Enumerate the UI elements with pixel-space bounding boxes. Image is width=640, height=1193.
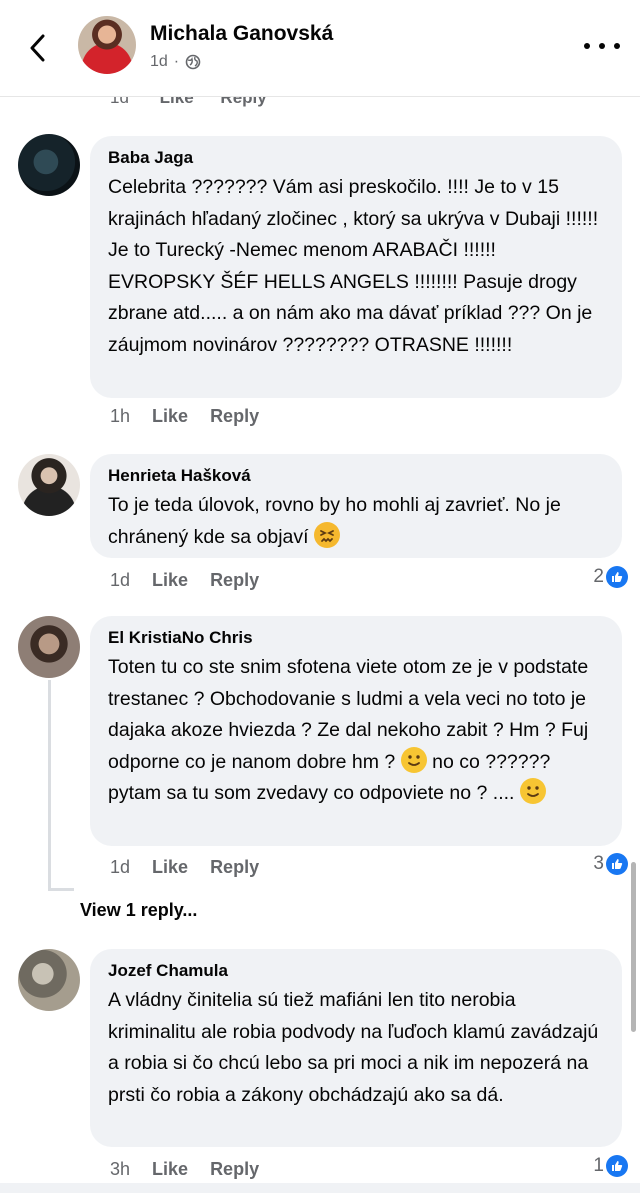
dot-icon [599, 43, 605, 49]
comment-bubble[interactable]: Henrieta Hašková To je teda úlovok, rovn… [90, 454, 622, 558]
reaction-count[interactable]: 1 [593, 1155, 628, 1177]
commenter-name[interactable]: Baba Jaga [108, 148, 604, 168]
comment-actions: 3h Like Reply [110, 1159, 259, 1180]
reply-button[interactable]: Reply [210, 406, 259, 427]
comment-actions: 1d Like Reply [110, 570, 259, 591]
comment-text: Toten tu co ste snim sfotena viete otom … [108, 652, 604, 810]
commenter-name[interactable]: Henrieta Hašková [108, 466, 604, 486]
slightly-smiling-face-emoji [519, 778, 546, 804]
back-button[interactable] [22, 30, 52, 66]
commenter-avatar[interactable] [18, 949, 80, 1011]
comment-time: 1h [110, 406, 131, 426]
like-button[interactable]: Like [152, 857, 188, 878]
comment-bubble[interactable]: Baba Jaga Celebrita ??????? Vám asi pres… [90, 136, 622, 398]
post-header: Michala Ganovská 1d · [0, 0, 640, 97]
comment-time: 1d [110, 570, 131, 590]
reaction-count[interactable]: 3 [593, 853, 628, 875]
comment-actions: 1h Like Reply [110, 406, 259, 427]
commenter-name[interactable]: El KristiaNo Chris [108, 628, 604, 648]
commenter-avatar[interactable] [18, 454, 80, 516]
view-replies-link[interactable]: View 1 reply... [80, 900, 197, 921]
commenter-name[interactable]: Jozef Chamula [108, 961, 604, 981]
reply-thread-line [48, 680, 51, 890]
reaction-number: 3 [593, 853, 604, 874]
like-button[interactable]: Like [152, 570, 188, 591]
thumbs-up-icon [606, 853, 628, 875]
comments-page: Michala Ganovská 1d · 1d Like Reply Baba… [0, 0, 640, 1193]
comment-bubble[interactable]: El KristiaNo Chris Toten tu co ste snim … [90, 616, 622, 846]
thumbs-up-icon [606, 566, 628, 588]
author-avatar[interactable] [78, 16, 136, 74]
comment-time: 3h [110, 1159, 131, 1179]
comment-actions: 1d Like Reply [110, 857, 259, 878]
slightly-smiling-face-emoji [400, 746, 427, 773]
comment-text: A vládny činitelia sú tiež mafiáni len t… [108, 989, 599, 1106]
comment-bubble[interactable]: Jozef Chamula A vládny činitelia sú tiež… [90, 949, 622, 1147]
globe-icon [185, 54, 201, 70]
scrollbar[interactable] [631, 862, 636, 1032]
confounded-face-emoji [313, 521, 340, 548]
reply-button[interactable]: Reply [210, 857, 259, 878]
author-name[interactable]: Michala Ganovská [150, 22, 333, 46]
post-meta: 1d · [150, 53, 201, 71]
dot-icon [584, 43, 590, 49]
commenter-avatar[interactable] [18, 616, 80, 678]
commenter-avatar[interactable] [18, 134, 80, 196]
comment-text: Celebrita ??????? Vám asi preskočilo. !!… [108, 176, 599, 356]
meta-separator: · [173, 53, 180, 70]
reaction-number: 1 [593, 1155, 604, 1176]
post-time[interactable]: 1d [150, 53, 168, 71]
like-button[interactable]: Like [152, 1159, 188, 1180]
reaction-count[interactable]: 2 [593, 566, 628, 588]
chevron-left-icon [30, 34, 45, 62]
comment-text: To je teda úlovok, rovno by ho mohli aj … [108, 490, 604, 553]
like-button[interactable]: Like [152, 406, 188, 427]
comment-time: 1d [110, 857, 131, 877]
dot-icon [614, 43, 620, 49]
reply-button[interactable]: Reply [210, 570, 259, 591]
reply-button[interactable]: Reply [210, 1159, 259, 1180]
reply-thread-line-curve [48, 888, 74, 891]
more-options-button[interactable] [584, 34, 620, 58]
bottom-edge [0, 1183, 640, 1193]
reaction-number: 2 [593, 566, 604, 587]
thumbs-up-icon [606, 1155, 628, 1177]
